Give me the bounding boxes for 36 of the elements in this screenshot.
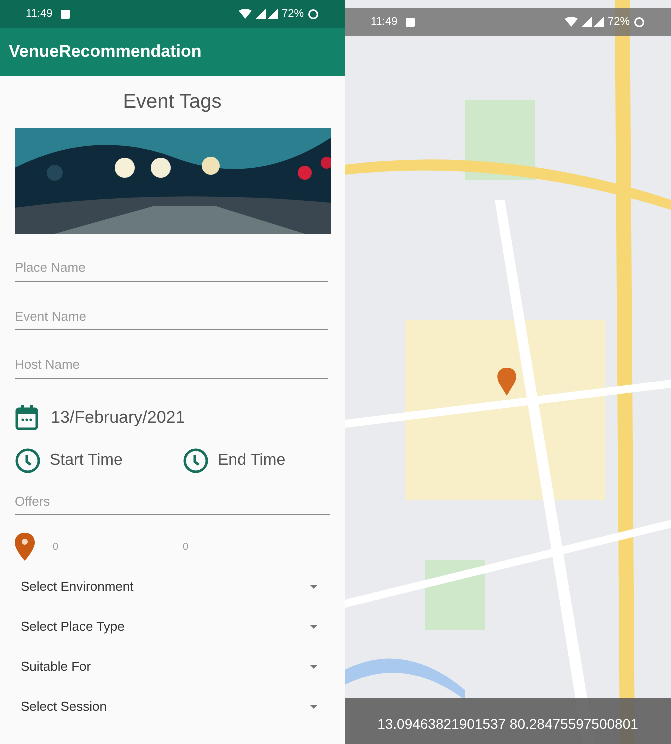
latitude-text: 0	[53, 540, 60, 554]
end-time-button[interactable]: End Time	[183, 448, 286, 474]
text-field[interactable]: Host Name	[15, 355, 328, 378]
text-field[interactable]: Place Name	[15, 258, 328, 282]
calendar-icon	[15, 404, 39, 430]
wifi-icon	[238, 9, 252, 19]
battery-ring-icon	[634, 16, 645, 28]
dropdown[interactable]: Select Place Type	[15, 607, 330, 647]
image-icon	[406, 18, 415, 26]
dropdown[interactable]: Select Environment	[15, 567, 330, 607]
longitude-text: 0	[183, 540, 189, 554]
battery-percent: 72%	[282, 6, 304, 22]
wifi-icon	[564, 17, 578, 27]
status-time: 11:49	[26, 6, 53, 22]
app-title: VenueRecommendation	[9, 41, 202, 64]
dropdown-caret-icon	[310, 705, 318, 709]
dropdown-caret-icon	[310, 585, 318, 589]
offers-field[interactable]: Offers	[15, 492, 330, 515]
date-text[interactable]: 13/February/2021	[51, 404, 186, 430]
coordinates-text: 13.09463821901537 80.28475597500801	[378, 714, 638, 734]
signal-icon	[582, 17, 604, 27]
battery-ring-icon	[308, 8, 319, 20]
dropdown-caret-icon	[310, 665, 318, 669]
text-field[interactable]: Event Name	[15, 306, 328, 330]
image-icon	[60, 10, 70, 18]
dropdown[interactable]: Select Session	[15, 687, 330, 727]
clock-icon	[15, 448, 41, 474]
clock-icon	[183, 448, 209, 474]
status-time: 11:49	[371, 14, 398, 30]
start-time-button[interactable]: Start Time	[15, 448, 183, 474]
signal-icon	[256, 9, 278, 19]
battery-percent: 72%	[608, 14, 630, 30]
page-heading: Event Tags	[123, 90, 222, 115]
dropdown-caret-icon	[310, 625, 318, 629]
location-pin-icon[interactable]	[15, 533, 35, 561]
dropdown[interactable]: Suitable For	[15, 647, 330, 687]
